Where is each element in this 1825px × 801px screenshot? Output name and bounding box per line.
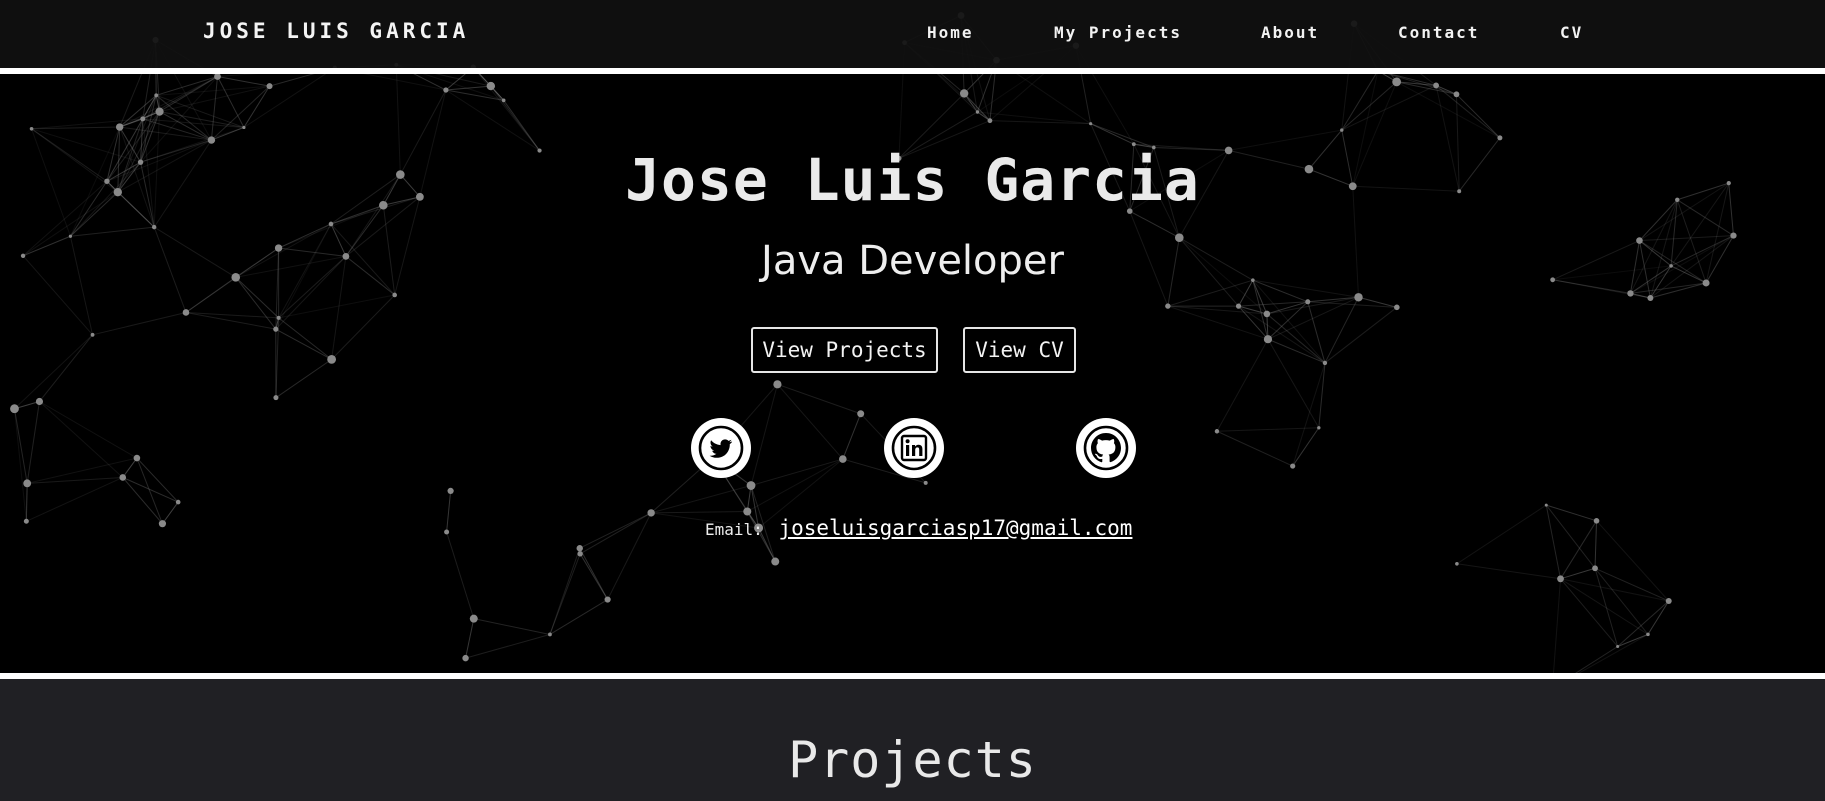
linkedin-link[interactable] — [884, 418, 944, 478]
nav-home[interactable]: Home — [927, 23, 974, 42]
email-row: Email: joseluisgarciasp17@gmail.com — [705, 516, 1132, 540]
nav-about[interactable]: About — [1261, 23, 1319, 42]
view-cv-button[interactable]: View CV — [963, 327, 1076, 373]
projects-section: Projects — [0, 679, 1825, 801]
header-divider — [0, 68, 1825, 74]
email-link[interactable]: joseluisgarciasp17@gmail.com — [778, 516, 1132, 540]
view-projects-button[interactable]: View Projects — [751, 327, 938, 373]
nav-links: Home My Projects About Contact CV — [0, 23, 1825, 47]
hero-role: Java Developer — [761, 238, 1064, 284]
projects-heading: Projects — [788, 731, 1037, 789]
email-label: Email: — [705, 520, 763, 539]
hero-name: Jose Luis Garcia — [625, 146, 1200, 214]
github-link[interactable] — [1076, 418, 1136, 478]
linkedin-icon — [891, 425, 937, 471]
nav-my-projects[interactable]: My Projects — [1054, 23, 1182, 42]
github-icon — [1083, 425, 1129, 471]
hero-section: Jose Luis Garcia Java Developer View Pro… — [0, 74, 1825, 673]
twitter-icon — [698, 425, 744, 471]
nav-cv[interactable]: CV — [1560, 23, 1583, 42]
navbar: JOSE LUIS GARCIA Home My Projects About … — [0, 0, 1825, 68]
twitter-link[interactable] — [691, 418, 751, 478]
nav-contact[interactable]: Contact — [1398, 23, 1479, 42]
